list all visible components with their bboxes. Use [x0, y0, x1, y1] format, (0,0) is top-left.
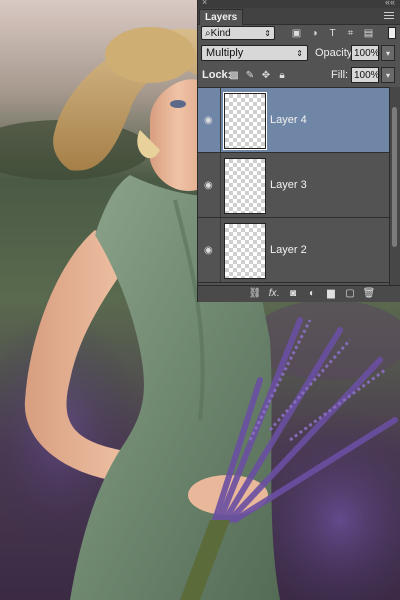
lock-image-pixels-icon[interactable]: ✎ — [244, 70, 256, 82]
layer-thumbnail — [224, 223, 266, 279]
fx-icon[interactable]: fx. — [267, 287, 281, 300]
add-mask-icon[interactable]: ◙ — [286, 287, 300, 300]
adjustment-layer-icon[interactable]: ◐ — [305, 287, 319, 300]
layer-row[interactable]: ◉ Layer 4 — [198, 88, 389, 153]
type-layer-filter-icon[interactable]: T — [326, 28, 339, 40]
panel-bottom-bar: ⛓ fx. ◙ ◐ ▆ ▢ 🗑︎ — [198, 285, 400, 302]
pixel-layer-filter-icon[interactable]: ▣ — [290, 28, 303, 40]
eye-icon: ◉ — [204, 245, 213, 256]
collapse-panel-icon[interactable]: «« — [385, 0, 395, 7]
lock-icons: ▩ ✎ ✥ 🔒︎ — [228, 69, 292, 82]
fill-input[interactable]: 100% — [351, 67, 380, 83]
layers-panel: × «« Layers ⌕Kind ⇕ ▣ ◑ T ⌗ ▤ Multiply ⇕ Opa… — [197, 0, 400, 302]
opacity-label: Opacity: — [315, 47, 356, 59]
eye-icon: ◉ — [204, 180, 213, 191]
filter-row: ⌕Kind ⇕ ▣ ◑ T ⌗ ▤ — [198, 25, 400, 42]
new-layer-icon[interactable]: ▢ — [343, 287, 357, 300]
filter-kind-value: Kind — [210, 28, 231, 39]
blend-mode-value: Multiply — [206, 47, 244, 59]
fill-label: Fill: — [331, 69, 349, 81]
layer-name: Layer 2 — [270, 244, 307, 256]
filter-toggle-switch[interactable] — [388, 27, 396, 39]
group-folder-icon[interactable]: ▆ — [324, 287, 338, 300]
filter-icons: ▣ ◑ T ⌗ ▤ — [290, 27, 380, 40]
bottom-icons: ⛓ fx. ◙ ◐ ▆ ▢ 🗑︎ — [248, 287, 381, 300]
opacity-dropdown-icon[interactable]: ▾ — [381, 45, 395, 61]
panel-tab-row: Layers — [198, 8, 400, 25]
layer-row[interactable]: ◉ Layer 3 — [198, 153, 389, 218]
layer-name: Layer 4 — [270, 114, 307, 126]
shape-layer-filter-icon[interactable]: ⌗ — [344, 28, 357, 40]
panel-title-bar[interactable]: × «« — [198, 0, 400, 8]
layers-scrollbar[interactable] — [389, 87, 400, 285]
lock-row: Lock: ▩ ✎ ✥ 🔒︎ Fill: 100% ▾ — [198, 66, 400, 83]
tab-layers[interactable]: Layers — [199, 9, 244, 25]
layers-list: ◉ Layer 4 ◉ Layer 3 ◉ Layer 2 — [198, 87, 389, 286]
layer-thumbnail — [224, 158, 266, 214]
lock-all-icon[interactable]: 🔒︎ — [276, 70, 288, 82]
smart-object-filter-icon[interactable]: ▤ — [362, 28, 375, 40]
close-panel-icon[interactable]: × — [202, 0, 207, 7]
layer-name: Layer 3 — [270, 179, 307, 191]
panel-menu-icon[interactable] — [384, 10, 394, 21]
fill-dropdown-icon[interactable]: ▾ — [381, 67, 395, 83]
visibility-toggle[interactable]: ◉ — [198, 218, 221, 282]
filter-kind-select[interactable]: ⌕Kind ⇕ — [201, 26, 275, 40]
opacity-input[interactable]: 100% — [351, 45, 380, 61]
eye-icon: ◉ — [204, 115, 213, 126]
trash-icon[interactable]: 🗑︎ — [362, 287, 376, 300]
chevron-updown-icon: ⇕ — [296, 49, 303, 58]
lock-label: Lock: — [202, 69, 232, 81]
lock-transparent-pixels-icon[interactable]: ▩ — [228, 70, 240, 82]
visibility-toggle[interactable]: ◉ — [198, 88, 221, 152]
scroll-thumb[interactable] — [392, 107, 397, 247]
adjustment-layer-filter-icon[interactable]: ◑ — [308, 28, 321, 40]
blend-row: Multiply ⇕ Opacity: 100% ▾ — [198, 45, 400, 62]
chevron-updown-icon: ⇕ — [264, 29, 271, 38]
link-layers-icon[interactable]: ⛓ — [248, 287, 262, 300]
lock-position-icon[interactable]: ✥ — [260, 70, 272, 82]
layer-row[interactable]: ◉ Layer 2 — [198, 218, 389, 283]
blend-mode-select[interactable]: Multiply ⇕ — [201, 45, 308, 61]
visibility-toggle[interactable]: ◉ — [198, 153, 221, 217]
layer-thumbnail — [223, 92, 267, 150]
